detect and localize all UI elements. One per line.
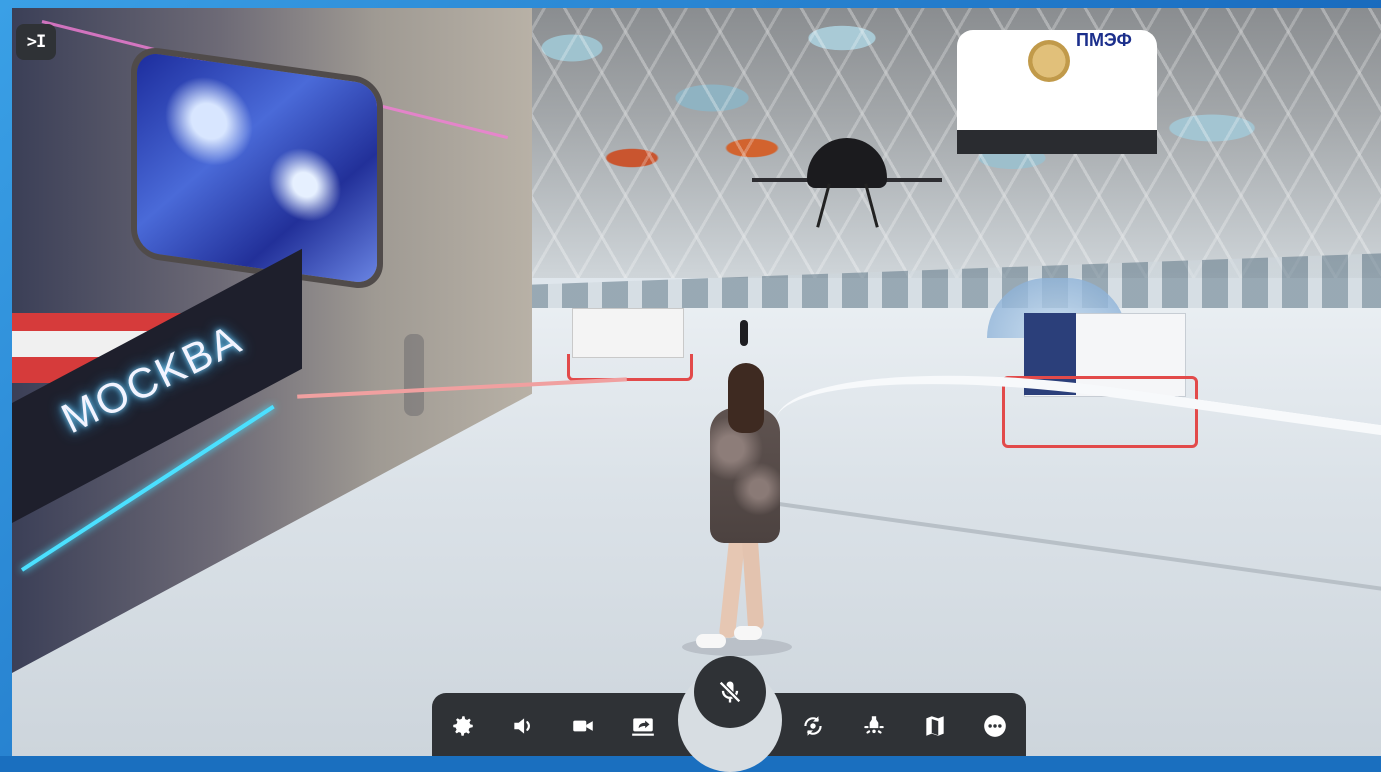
- more-button[interactable]: [973, 704, 1017, 748]
- video-camera-icon: [573, 720, 593, 732]
- lights-button[interactable]: [852, 704, 896, 748]
- settings-button[interactable]: [441, 704, 485, 748]
- rotate-view-icon: [804, 716, 822, 736]
- screen-share-icon: [632, 718, 654, 736]
- light-icon: [864, 716, 884, 734]
- speaker-icon: [514, 718, 530, 734]
- screen-share-button[interactable]: [621, 704, 665, 748]
- avatar-shoe: [696, 634, 726, 648]
- pmef-logo: [1028, 40, 1070, 82]
- pavilion-video-screen: [137, 51, 377, 285]
- more-dots-icon: [984, 715, 1006, 737]
- microphone-muted-icon: [719, 681, 741, 703]
- booth-display-left[interactable]: [572, 308, 684, 358]
- distant-avatar[interactable]: [740, 320, 748, 346]
- map-icon: [926, 716, 944, 736]
- volume-button[interactable]: [501, 704, 545, 748]
- gear-icon: [453, 716, 473, 736]
- avatar-hair: [728, 363, 764, 433]
- 3d-viewport[interactable]: MOCKBA ПМЭФ: [12, 8, 1381, 756]
- avatar-reflection: [404, 334, 424, 416]
- rotate-camera-button[interactable]: [791, 704, 835, 748]
- avatar-shoe: [734, 626, 762, 640]
- camera-button[interactable]: [561, 704, 605, 748]
- booth-base-left: [567, 354, 693, 381]
- microphone-button[interactable]: [694, 656, 766, 728]
- pmef-banner-title: ПМЭФ: [1076, 30, 1132, 50]
- sidebar-toggle-button[interactable]: >I: [16, 24, 56, 60]
- map-button[interactable]: [913, 704, 957, 748]
